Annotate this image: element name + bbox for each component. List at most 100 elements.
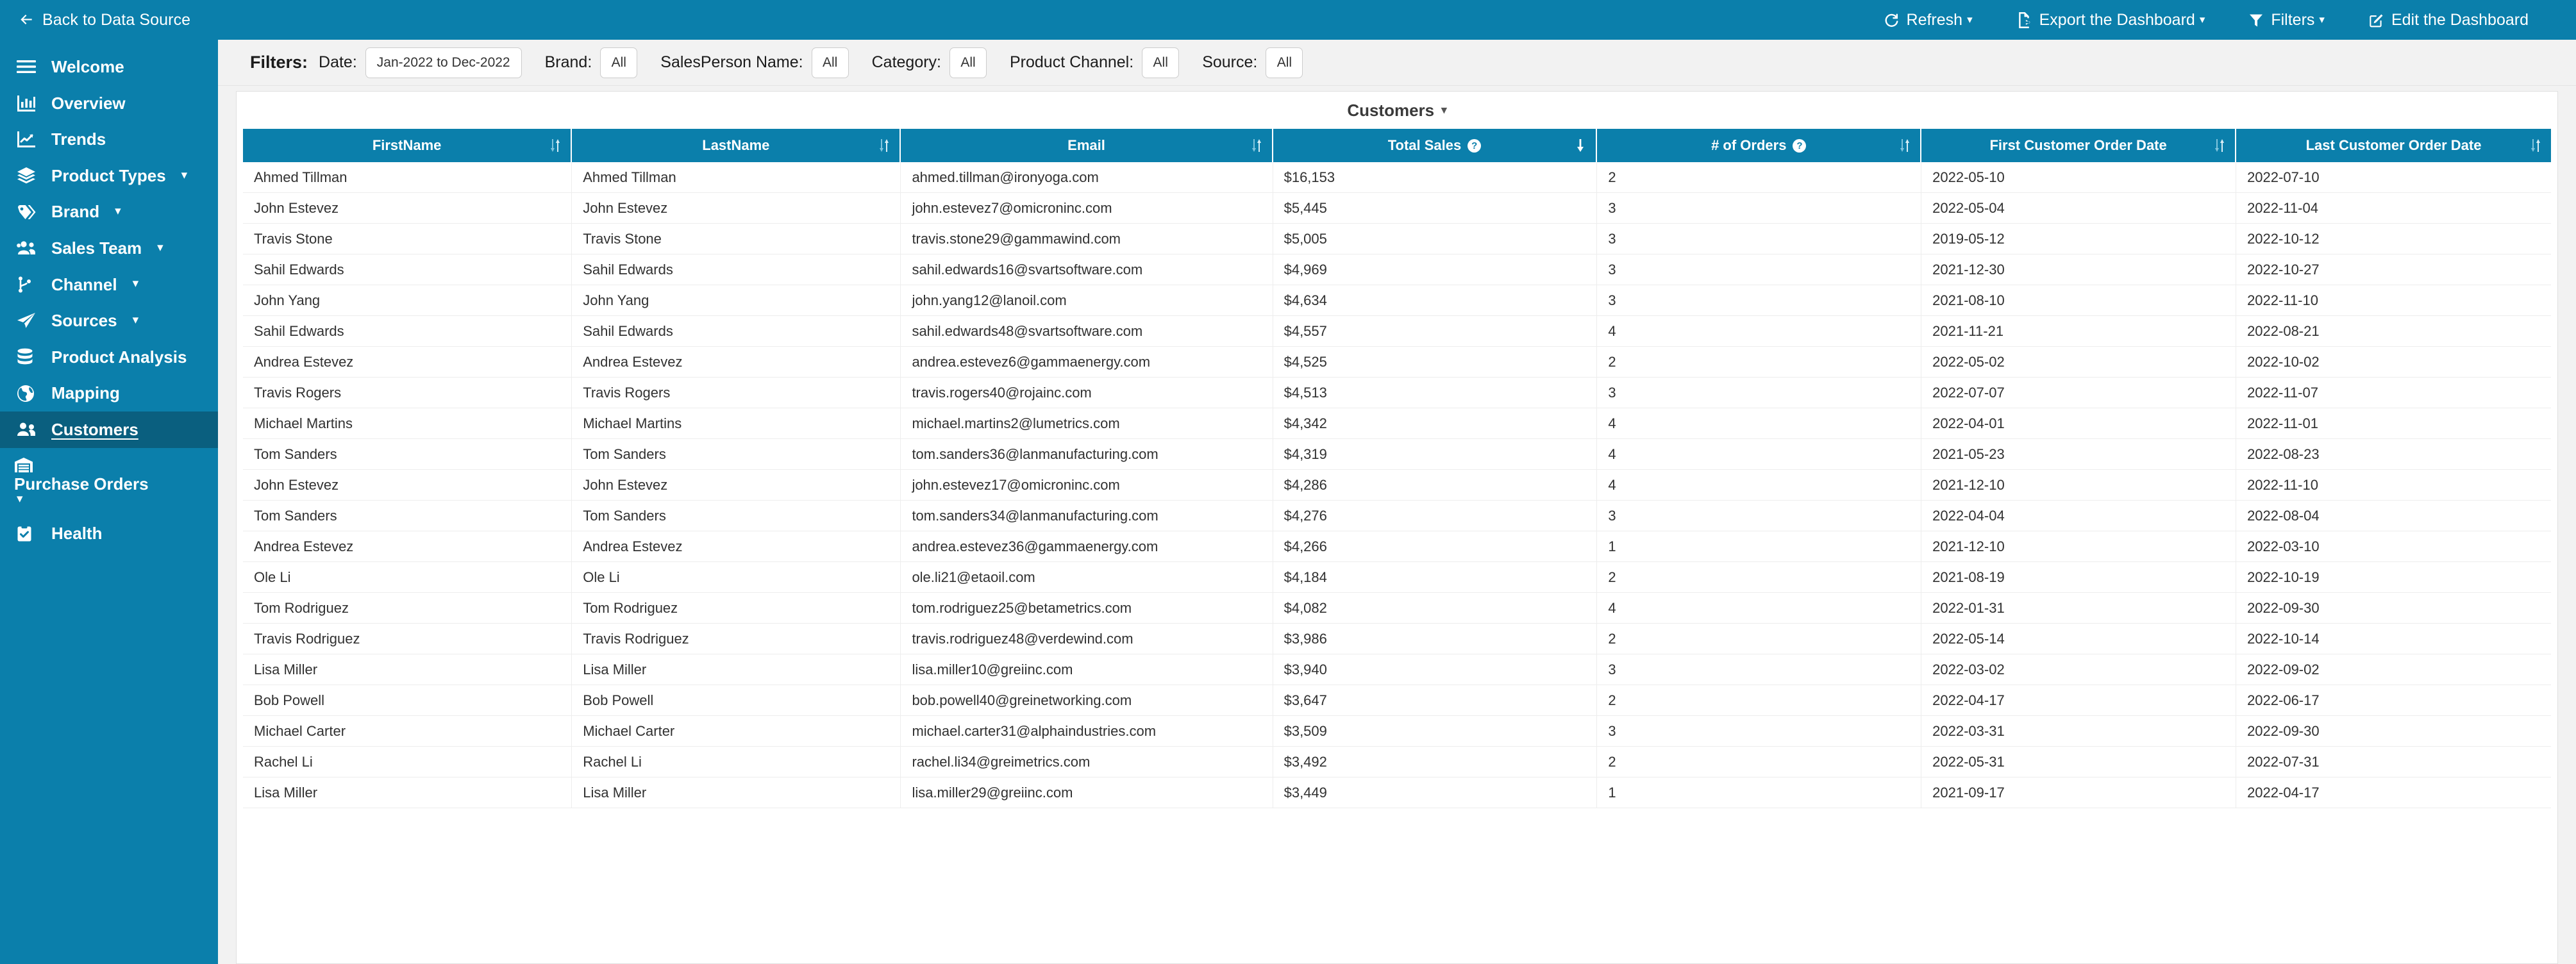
sidebar-item-health[interactable]: Health bbox=[0, 515, 218, 552]
sidebar-item-mapping[interactable]: Mapping bbox=[0, 375, 218, 411]
table-row[interactable]: Tom Sanders Tom Sanders tom.sanders34@lanm… bbox=[243, 501, 2551, 531]
cell-lastname: Andrea Estevez bbox=[572, 347, 901, 378]
table-row[interactable]: Ole Li Ole Li ole.li21@etaoil.com $4,184 2 20… bbox=[243, 562, 2551, 593]
cell-total-sales: $4,184 bbox=[1273, 562, 1598, 593]
cell-last-customer-order-date: 2022-04-17 bbox=[2236, 777, 2551, 808]
customers-card-title-label: Customers bbox=[1347, 100, 1435, 120]
table-row[interactable]: Sahil Edwards Sahil Edwards sahil.edwards1… bbox=[243, 254, 2551, 285]
filter-source-select[interactable]: All bbox=[1266, 47, 1303, 78]
table-row[interactable]: John Estevez John Estevez john.estevez17@o… bbox=[243, 470, 2551, 501]
table-row[interactable]: Ahmed Tillman Ahmed Tillman ahmed.tillman@… bbox=[243, 162, 2551, 193]
table-row[interactable]: Andrea Estevez Andrea Estevez andrea.estev… bbox=[243, 531, 2551, 562]
edit-dashboard-button[interactable]: Edit the Dashboard bbox=[2346, 11, 2550, 29]
table-row[interactable]: Michael Carter Michael Carter michael.cart… bbox=[243, 716, 2551, 747]
cell-first-customer-order-date: 2022-04-04 bbox=[1921, 501, 2237, 531]
help-icon[interactable]: ? bbox=[1468, 138, 1482, 153]
column-header-email[interactable]: Email bbox=[901, 129, 1273, 162]
cell-first-customer-order-date: 2021-11-21 bbox=[1921, 316, 2237, 347]
cell-number-of-orders: 3 bbox=[1597, 224, 1922, 254]
sidebar-item-brand[interactable]: Brand ▾ bbox=[0, 194, 218, 230]
filter-date-input[interactable]: Jan-2022 to Dec-2022 bbox=[365, 47, 522, 78]
cell-last-customer-order-date: 2022-10-14 bbox=[2236, 624, 2551, 654]
chevron-down-icon: ▾ bbox=[2199, 13, 2205, 26]
chevron-down-icon: ▾ bbox=[1441, 104, 1447, 116]
cell-email: lisa.miller10@greiinc.com bbox=[901, 654, 1273, 685]
cell-firstname: John Yang bbox=[243, 285, 573, 316]
table-row[interactable]: John Estevez John Estevez john.estevez7@om… bbox=[243, 193, 2551, 224]
customers-card-title[interactable]: Customers ▾ bbox=[237, 92, 2557, 129]
table-row[interactable]: Sahil Edwards Sahil Edwards sahil.edwards4… bbox=[243, 316, 2551, 347]
column-header-firstname[interactable]: FirstName bbox=[243, 129, 573, 162]
sidebar-item-trends[interactable]: Trends bbox=[0, 121, 218, 158]
cell-email: john.estevez17@omicroninc.com bbox=[901, 470, 1273, 501]
table-row[interactable]: Travis Rodriguez Travis Rodriguez travis.r… bbox=[243, 624, 2551, 654]
cell-total-sales: $3,449 bbox=[1273, 777, 1598, 808]
cell-total-sales: $3,986 bbox=[1273, 624, 1598, 654]
sort-both-icon bbox=[879, 138, 889, 153]
table-row[interactable]: Tom Rodriguez Tom Rodriguez tom.rodriguez2… bbox=[243, 593, 2551, 624]
filters-button[interactable]: Filters ▾ bbox=[2227, 11, 2346, 29]
column-header-first-customer-order-date[interactable]: First Customer Order Date bbox=[1921, 129, 2237, 162]
cell-email: ole.li21@etaoil.com bbox=[901, 562, 1273, 593]
sidebar-item-welcome[interactable]: Welcome bbox=[0, 49, 218, 85]
column-header-total-sales[interactable]: Total Sales ? bbox=[1273, 129, 1598, 162]
column-header-number-of-orders[interactable]: # of Orders ? bbox=[1597, 129, 1922, 162]
cell-email: sahil.edwards16@svartsoftware.com bbox=[901, 254, 1273, 285]
filter-product-channel-select[interactable]: All bbox=[1142, 47, 1180, 78]
cell-firstname: Michael Martins bbox=[243, 408, 573, 439]
table-row[interactable]: Andrea Estevez Andrea Estevez andrea.estev… bbox=[243, 347, 2551, 378]
sidebar-item-sources[interactable]: Sources ▾ bbox=[0, 303, 218, 339]
table-row[interactable]: Rachel Li Rachel Li rachel.li34@greimetric… bbox=[243, 747, 2551, 777]
export-dashboard-button[interactable]: Export the Dashboard ▾ bbox=[1995, 11, 2227, 29]
cell-lastname: John Yang bbox=[572, 285, 901, 316]
column-header-lastname[interactable]: LastName bbox=[572, 129, 901, 162]
table-row[interactable]: Lisa Miller Lisa Miller lisa.miller10@grei… bbox=[243, 654, 2551, 685]
sort-both-icon bbox=[1251, 138, 1262, 153]
sidebar-item-label: Health bbox=[51, 524, 103, 544]
sidebar-item-channel[interactable]: Channel ▾ bbox=[0, 267, 218, 303]
filter-salesperson-name-select[interactable]: All bbox=[811, 47, 849, 78]
cell-first-customer-order-date: 2022-05-02 bbox=[1921, 347, 2237, 378]
sidebar-item-customers[interactable]: Customers bbox=[0, 411, 218, 448]
sidebar-item-overview[interactable]: Overview bbox=[0, 85, 218, 122]
customers-table-scroll[interactable]: FirstName LastName Email Total Sales ? #… bbox=[237, 129, 2557, 963]
filter-brand-select[interactable]: All bbox=[600, 47, 638, 78]
customers-card: Customers ▾ FirstName LastName Email Tot… bbox=[236, 91, 2558, 964]
sort-both-icon bbox=[1900, 138, 1910, 153]
sidebar-item-product-analysis[interactable]: Product Analysis bbox=[0, 339, 218, 376]
cell-first-customer-order-date: 2022-03-31 bbox=[1921, 716, 2237, 747]
refresh-button[interactable]: Refresh ▾ bbox=[1862, 11, 1995, 29]
cell-first-customer-order-date: 2021-12-10 bbox=[1921, 531, 2237, 562]
column-header-last-customer-order-date[interactable]: Last Customer Order Date bbox=[2236, 129, 2551, 162]
table-row[interactable]: Travis Rogers Travis Rogers travis.rogers4… bbox=[243, 378, 2551, 408]
cell-firstname: Lisa Miller bbox=[243, 777, 573, 808]
table-row[interactable]: Michael Martins Michael Martins michael.ma… bbox=[243, 408, 2551, 439]
cell-total-sales: $4,634 bbox=[1273, 285, 1598, 316]
export-file-icon bbox=[2016, 12, 2032, 29]
sidebar-item-purchase-orders[interactable]: Purchase Orders ▾ bbox=[0, 448, 218, 515]
table-row[interactable]: John Yang John Yang john.yang12@lanoil.com… bbox=[243, 285, 2551, 316]
cell-number-of-orders: 3 bbox=[1597, 378, 1922, 408]
back-to-data-source-button[interactable]: Back to Data Source bbox=[18, 11, 190, 29]
sort-descending-icon bbox=[1575, 138, 1585, 153]
sidebar-item-sales-team[interactable]: Sales Team ▾ bbox=[0, 230, 218, 267]
cell-first-customer-order-date: 2021-12-10 bbox=[1921, 470, 2237, 501]
cell-last-customer-order-date: 2022-10-19 bbox=[2236, 562, 2551, 593]
cell-total-sales: $4,286 bbox=[1273, 470, 1598, 501]
cell-lastname: Travis Rodriguez bbox=[572, 624, 901, 654]
chevron-down-icon: ▾ bbox=[1967, 13, 1973, 26]
cell-number-of-orders: 2 bbox=[1597, 162, 1922, 193]
table-row[interactable]: Lisa Miller Lisa Miller lisa.miller29@grei… bbox=[243, 777, 2551, 808]
table-row[interactable]: Tom Sanders Tom Sanders tom.sanders36@lanm… bbox=[243, 439, 2551, 470]
table-row[interactable]: Bob Powell Bob Powell bob.powell40@greinet… bbox=[243, 685, 2551, 716]
cell-number-of-orders: 4 bbox=[1597, 439, 1922, 470]
cell-last-customer-order-date: 2022-07-10 bbox=[2236, 162, 2551, 193]
cell-lastname: Michael Martins bbox=[572, 408, 901, 439]
sidebar-item-product-types[interactable]: Product Types ▾ bbox=[0, 158, 218, 194]
cell-total-sales: $4,969 bbox=[1273, 254, 1598, 285]
table-row[interactable]: Travis Stone Travis Stone travis.stone29@g… bbox=[243, 224, 2551, 254]
filter-category-select[interactable]: All bbox=[949, 47, 987, 78]
help-icon[interactable]: ? bbox=[1793, 138, 1807, 153]
cell-lastname: Rachel Li bbox=[572, 747, 901, 777]
tag-icon bbox=[17, 204, 38, 220]
